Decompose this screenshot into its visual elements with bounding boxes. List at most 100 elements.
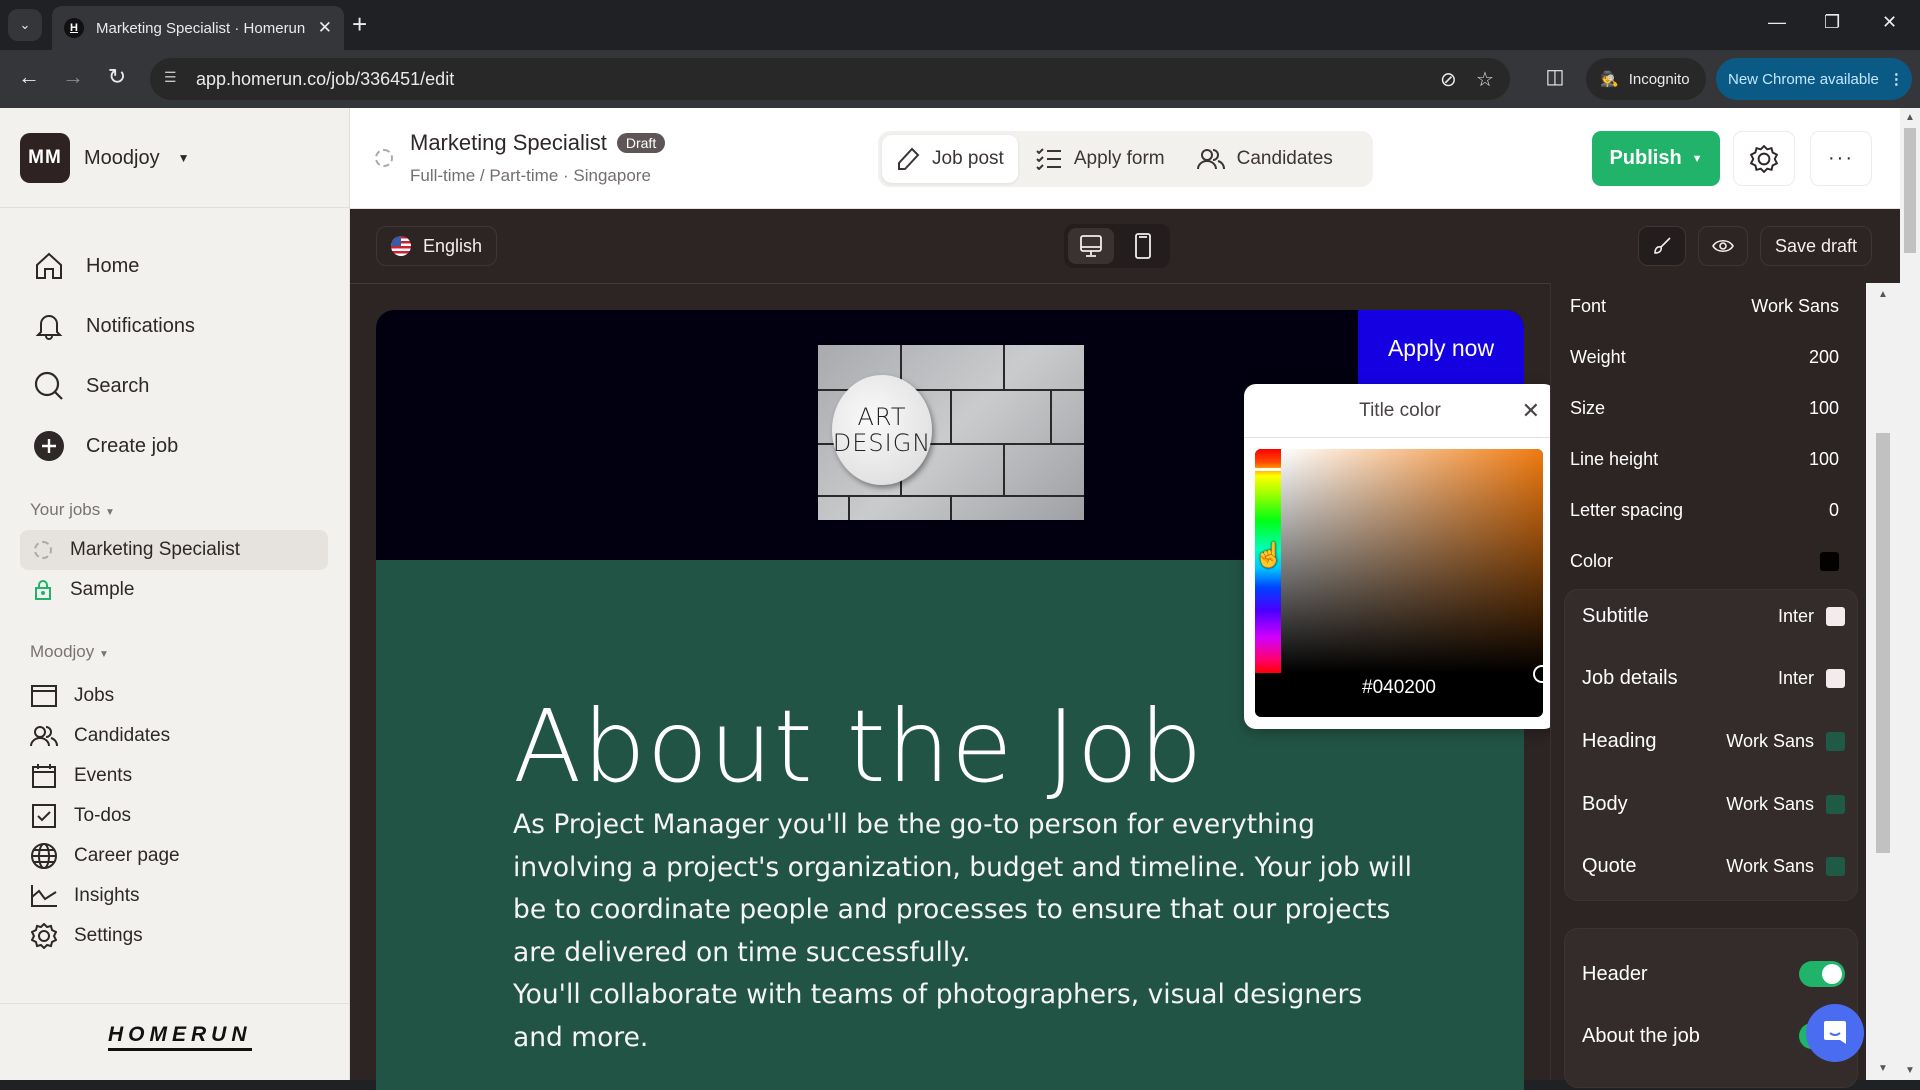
tab-candidates[interactable]: Candidates [1183,135,1347,183]
font-row-label: Heading [1582,729,1657,752]
more-options-button[interactable]: ··· [1810,131,1872,186]
nav-item-candidates[interactable]: Candidates [30,716,180,756]
font-name[interactable]: Work Sans [1726,731,1814,752]
font-name[interactable]: Inter [1778,606,1814,627]
publish-button[interactable]: Publish ▼ [1592,131,1720,186]
nav-item-settings[interactable]: Settings [30,916,180,956]
nav-item-home[interactable]: Home [32,236,195,296]
font-row-quote[interactable]: Quote Work Sans [1565,846,1859,886]
header-toggle[interactable] [1799,961,1845,987]
job-settings-button[interactable] [1733,131,1795,186]
new-chrome-available-button[interactable]: New Chrome available ⋮ [1716,58,1912,100]
preview-button[interactable] [1698,226,1748,266]
setting-row-color[interactable]: Color [1550,541,1857,581]
homerun-logo[interactable]: HOMERUN [108,1023,252,1051]
scroll-down-icon[interactable]: ▼ [1878,1063,1888,1074]
color-swatch[interactable] [1826,731,1845,751]
reload-icon[interactable]: ↻ [102,64,132,90]
nav-item-search[interactable]: Search [32,356,195,416]
hue-slider-handle[interactable] [1255,468,1281,471]
calendar-icon [30,762,58,790]
setting-row-size[interactable]: Size 100 [1550,388,1857,428]
eye-off-icon[interactable]: ⊘ [1440,67,1457,92]
nav-item-events[interactable]: Events [30,756,180,796]
nav-item-jobs[interactable]: Jobs [30,676,180,716]
org-section-toggle[interactable]: Moodjoy ▼ [30,642,109,662]
nav-item-todos[interactable]: To-dos [30,796,180,836]
nav-item-career-page[interactable]: Career page [30,836,180,876]
browser-tab-active[interactable]: H Marketing Specialist · Homerun ✕ [52,6,344,50]
site-settings-icon[interactable]: ☰ [164,69,186,89]
bell-icon [32,309,66,343]
setting-row-font[interactable]: Font Work Sans [1550,286,1857,326]
incognito-indicator[interactable]: 🕵 Incognito [1586,58,1706,100]
job-item-marketing-specialist[interactable]: Marketing Specialist [20,530,328,570]
setting-row-line-height[interactable]: Line height 100 [1550,439,1857,479]
panel-scrollbar[interactable]: ▲ ▼ [1866,283,1900,1080]
star-icon[interactable]: ☆ [1476,67,1494,92]
divider [0,207,349,208]
setting-value[interactable]: 200 [1809,347,1839,368]
style-brush-button[interactable] [1638,226,1686,266]
save-draft-button[interactable]: Save draft [1760,226,1872,266]
job-item-sample[interactable]: Sample [20,570,328,610]
forward-icon[interactable]: → [58,64,88,90]
color-swatch[interactable] [1826,794,1845,814]
font-name[interactable]: Work Sans [1726,856,1814,877]
nav-item-create-job[interactable]: Create job [32,416,195,476]
url-text[interactable]: app.homerun.co/job/336451/edit [196,69,454,90]
back-icon[interactable]: ← [14,64,44,90]
color-swatch[interactable] [1826,668,1845,688]
org-switcher[interactable]: MM Moodjoy ▼ [20,133,190,183]
tab-job-post[interactable]: Job post [882,135,1018,183]
close-icon[interactable]: ✕ [1522,398,1540,424]
font-row-label: Subtitle [1582,604,1649,627]
hex-value[interactable]: #040200 [1255,677,1543,699]
page-scrollbar[interactable]: ▲ ▼ [1900,108,1920,1080]
tab-apply-form[interactable]: Apply form [1022,135,1179,183]
apply-now-button[interactable]: Apply now [1358,310,1524,386]
jobs-icon [30,682,58,710]
scroll-up-icon[interactable]: ▲ [1878,289,1888,300]
close-window-icon[interactable]: ✕ [1882,12,1897,33]
about-section-body[interactable]: As Project Manager you'll be the go-to p… [513,804,1413,1059]
restore-icon[interactable]: ❐ [1824,12,1840,33]
page-scrollbar-thumb[interactable] [1904,128,1916,253]
scroll-down-icon[interactable]: ▼ [1905,1065,1915,1076]
font-row-subtitle[interactable]: Subtitle Inter [1565,596,1859,636]
color-swatch[interactable] [1826,606,1845,626]
scroll-up-icon[interactable]: ▲ [1905,112,1915,123]
font-row-heading[interactable]: Heading Work Sans [1565,721,1859,761]
tab-search-button[interactable]: ⌄ [8,9,42,41]
chat-support-button[interactable] [1806,1004,1864,1062]
color-swatch[interactable] [1826,856,1845,876]
language-selector[interactable]: English [376,226,498,266]
minimize-icon[interactable]: — [1768,12,1786,33]
update-label: New Chrome available [1728,70,1879,88]
desktop-view-button[interactable] [1068,228,1114,264]
setting-value[interactable]: 0 [1829,500,1839,521]
saturation-brightness-area[interactable] [1281,449,1543,673]
nav-item-notifications[interactable]: Notifications [32,296,195,356]
tab-title: Marketing Specialist · Homerun [96,19,306,37]
font-name[interactable]: Inter [1778,668,1814,689]
candidates-icon [1196,148,1225,170]
mobile-view-button[interactable] [1120,228,1166,264]
new-tab-button[interactable]: + [352,11,367,37]
font-row-body[interactable]: Body Work Sans [1565,784,1859,824]
nav-item-insights[interactable]: Insights [30,876,180,916]
side-panel-icon[interactable]: ◫ [1540,64,1570,89]
setting-row-weight[interactable]: Weight 200 [1550,337,1857,377]
about-section-title[interactable]: About the Job [513,688,1204,805]
url-bar[interactable]: ☰ app.homerun.co/job/336451/edit ⊘ ☆ [150,58,1510,100]
close-tab-icon[interactable]: ✕ [318,18,332,38]
setting-value[interactable]: 100 [1809,398,1839,419]
font-name[interactable]: Work Sans [1726,794,1814,815]
setting-row-letter-spacing[interactable]: Letter spacing 0 [1550,490,1857,530]
font-row-job-details[interactable]: Job details Inter [1565,658,1859,698]
your-jobs-section-toggle[interactable]: Your jobs ▼ [30,500,115,520]
color-swatch[interactable] [1820,551,1839,571]
setting-value[interactable]: 100 [1809,449,1839,470]
setting-value[interactable]: Work Sans [1751,296,1839,317]
panel-scrollbar-thumb[interactable] [1876,433,1890,853]
